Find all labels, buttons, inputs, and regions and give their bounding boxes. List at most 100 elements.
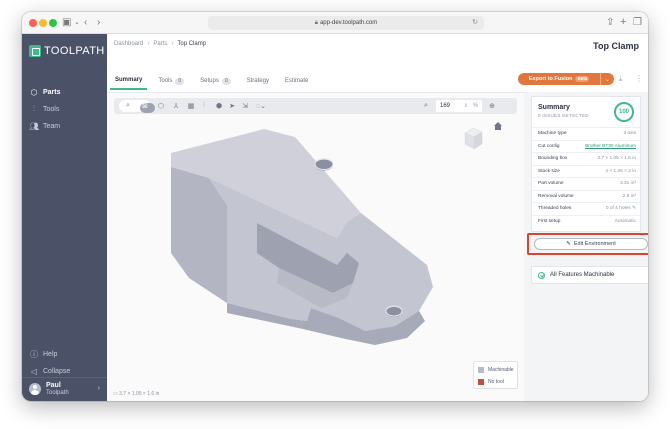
- zoom-unit: %: [472, 103, 478, 109]
- tab-estimate[interactable]: Estimate: [280, 72, 313, 90]
- reload-icon[interactable]: ↻: [472, 16, 478, 30]
- tabs-overview-icon[interactable]: ❐: [633, 16, 642, 30]
- summary-panel: Summary 0 ISSUES DETECTED 100 Machine ty…: [531, 96, 642, 232]
- tab-strategy[interactable]: Strategy: [242, 72, 274, 90]
- zoom-value: 169: [440, 103, 451, 109]
- display-mode-dropdown[interactable]: ◌⌄: [252, 100, 270, 112]
- row-value: 3.31 in³: [620, 181, 636, 187]
- forward-icon[interactable]: ›: [97, 16, 100, 30]
- new-tab-icon[interactable]: +: [620, 15, 626, 29]
- tab-count-badge: 0: [175, 77, 185, 85]
- download-icon[interactable]: ⤓: [619, 74, 623, 84]
- cube-view-icon[interactable]: ⬡: [155, 100, 167, 112]
- top-hole: [315, 159, 333, 171]
- summary-row: Machine type 3 axis: [532, 127, 642, 140]
- legend-item-machinable: Machinable: [478, 366, 514, 374]
- sidebar-item-tools[interactable]: ⫶ Tools: [29, 103, 59, 115]
- export-options-button[interactable]: ⌄: [600, 73, 614, 85]
- breadcrumb-dashboard[interactable]: Dashboard: [114, 41, 143, 47]
- measure-icon[interactable]: ⇲: [239, 100, 251, 112]
- zoom-input[interactable]: 169 ⇕ %: [436, 100, 482, 112]
- all-features-label: All Features Machinable: [550, 272, 615, 278]
- sidebar-item-parts[interactable]: ⬡ Parts: [29, 86, 61, 98]
- grid-icon[interactable]: ▦: [185, 100, 197, 112]
- breadcrumb-current: Top Clamp: [177, 41, 207, 47]
- summary-row: Removal volume 2.9 in³: [532, 189, 642, 203]
- user-name: Paul: [46, 382, 61, 389]
- help-icon: ⓘ: [30, 349, 38, 359]
- stepper-icon[interactable]: ⇕: [464, 103, 468, 109]
- tab-tools[interactable]: Tools 0: [153, 72, 189, 90]
- chevron-down-icon[interactable]: ⌄: [74, 16, 80, 30]
- sidebar-item-team[interactable]: 👥︎ Team: [29, 120, 60, 132]
- home-view-icon[interactable]: [494, 122, 502, 130]
- chevron-down-icon: ⌄: [604, 76, 611, 83]
- tab-bar: Summary Tools 0 Setups 0 Strategy Estimate: [110, 72, 319, 90]
- cut-config-link[interactable]: Brother BT30 Aluminum: [585, 144, 636, 149]
- sidebar-item-label: Parts: [43, 88, 61, 96]
- issues-count: 0 ISSUES DETECTED: [538, 113, 589, 118]
- browser-window: ▣ ⌄ ‹ › 🔒︎ app-dev.toolpath.com ↻ ⇪ + ❐ T…: [22, 12, 648, 401]
- zoom-to-fit-icon[interactable]: ⌕: [122, 100, 134, 112]
- part-model[interactable]: [107, 93, 524, 401]
- row-key: First setup: [538, 218, 561, 224]
- view-mode-toggle[interactable]: ⌕ ⊠: [119, 100, 155, 113]
- back-icon[interactable]: ‹: [84, 16, 87, 30]
- sidebar: TOOLPATH ⬡ Parts ⫶ Tools 👥︎ Team ⓘ Help …: [22, 34, 107, 401]
- edit-environment-label: Edit Environment: [573, 241, 616, 247]
- browser-titlebar: ▣ ⌄ ‹ › 🔒︎ app-dev.toolpath.com ↻ ⇪ + ❐: [22, 12, 648, 34]
- sidebar-item-help[interactable]: ⓘ Help: [29, 348, 57, 360]
- edit-environment-button[interactable]: ✎ Edit Environment: [534, 238, 648, 250]
- row-key: Cut config: [538, 143, 560, 149]
- user-menu[interactable]: Paul Toolpath ›: [22, 377, 107, 401]
- pencil-icon[interactable]: ✎: [632, 206, 636, 211]
- all-features-status[interactable]: All Features Machinable: [531, 266, 648, 284]
- export-to-fusion-button[interactable]: Export to Fusion Beta: [518, 73, 600, 85]
- close-window-button[interactable]: [29, 19, 37, 27]
- breadcrumb-separator-icon: ›: [147, 41, 150, 47]
- share-icon[interactable]: ⇪: [606, 16, 614, 30]
- tab-setups[interactable]: Setups 0: [195, 72, 235, 90]
- zoom-in-icon[interactable]: ⊕: [486, 100, 498, 112]
- row-value: 3.7 × 1.05 × 1.6 in: [597, 156, 636, 162]
- score-badge: 100: [614, 102, 634, 122]
- tool-icon: ⫶: [33, 104, 35, 113]
- row-key: Bounding box: [538, 156, 568, 162]
- row-value: 2.9 in³: [622, 193, 636, 199]
- tab-label: Strategy: [246, 78, 269, 84]
- 3d-viewer[interactable]: ⌕ ⊠ ⬡ ⅄ ▦ ⫶ ⬢ ➤ ⇲ ◌⌄ ⌕ 169 ⇕ % ⊕ Machina…: [107, 92, 524, 401]
- page-header: Dashboard › Parts › Top Clamp Top Clamp Summ…: [107, 34, 648, 92]
- sidebar-item-label: Tools: [43, 105, 60, 113]
- tab-label: Tools: [158, 78, 173, 84]
- material-icon[interactable]: ⬢: [213, 100, 225, 112]
- row-value: 3 axis: [623, 131, 636, 137]
- tool-icon[interactable]: ⫶: [198, 100, 210, 112]
- minimize-window-button[interactable]: [39, 19, 47, 27]
- tab-summary[interactable]: Summary: [110, 72, 148, 90]
- breadcrumb-parts[interactable]: Parts: [153, 41, 167, 47]
- breadcrumb: Dashboard › Parts › Top Clamp: [114, 41, 206, 47]
- maximize-window-button[interactable]: [49, 19, 57, 27]
- zoom-icon[interactable]: ⌕: [420, 100, 432, 112]
- chevron-right-icon: ›: [97, 385, 100, 392]
- row-key: Part volume: [538, 181, 564, 187]
- viewer-toolbar: ⌕ ⊠ ⬡ ⅄ ▦ ⫶ ⬢ ➤ ⇲ ◌⌄ ⌕ 169 ⇕ % ⊕: [114, 98, 517, 114]
- app-logo[interactable]: TOOLPATH: [29, 44, 105, 58]
- tab-label: Setups: [200, 78, 219, 84]
- more-options-icon[interactable]: ⋮: [635, 74, 643, 83]
- export-group: Export to Fusion Beta ⌄: [518, 73, 614, 85]
- sidebar-item-collapse[interactable]: ◁ Collapse: [29, 365, 70, 377]
- summary-row: Part volume 3.31 in³: [532, 177, 642, 190]
- address-bar[interactable]: 🔒︎ app-dev.toolpath.com ↻: [208, 16, 484, 30]
- row-key: Stock size: [538, 168, 560, 174]
- section-view-icon[interactable]: ⊠: [139, 100, 151, 112]
- pencil-icon: ✎: [566, 241, 571, 247]
- sidebar-toggle-icon[interactable]: ▣: [62, 16, 71, 30]
- summary-row: First setup Automatic: [532, 214, 642, 228]
- view-cube-icon[interactable]: [464, 127, 483, 150]
- axis-icon[interactable]: ⅄: [170, 100, 182, 112]
- pointer-icon[interactable]: ➤: [226, 100, 238, 112]
- row-key: Removal volume: [538, 193, 574, 199]
- row-value: 0 of 4 holes: [605, 206, 631, 212]
- page-title: Top Clamp: [593, 41, 639, 51]
